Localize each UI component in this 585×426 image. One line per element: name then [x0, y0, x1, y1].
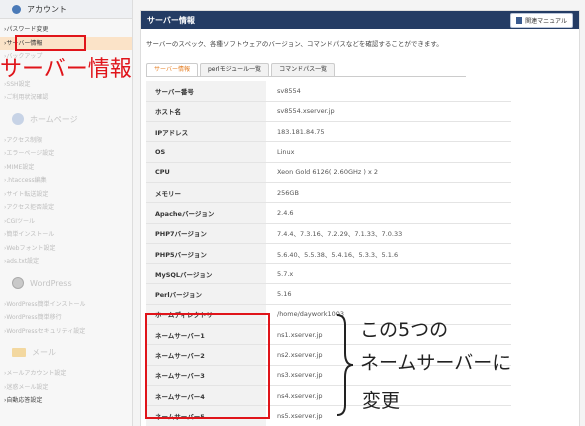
row-key: IPアドレス	[146, 121, 266, 143]
book-icon	[516, 16, 523, 24]
sidebar-item-wp-security[interactable]: ›WordPressセキュリティ設定	[0, 325, 132, 339]
page-description: サーバーのスペック、各種ソフトウェアのバージョン、コマンドパスなどを確認すること…	[146, 40, 443, 48]
brace-icon	[336, 314, 353, 416]
row-key: Apacheバージョン	[146, 202, 266, 224]
row-value: sv8554	[266, 81, 511, 102]
sidebar-item-access-limit[interactable]: ›アクセス制限	[0, 134, 132, 148]
row-value: 5.16	[266, 283, 511, 305]
annotation-server-info-label: サーバー情報	[0, 57, 132, 82]
sidebar-item-mail-account[interactable]: ›メールアカウント設定	[0, 367, 132, 381]
table-row: IPアドレス 183.181.84.75	[146, 121, 511, 143]
annotation-ns-line2: ネームサーバーに	[360, 352, 512, 374]
table-row: ホスト名 sv8554.xserver.jp	[146, 101, 511, 123]
sidebar-item-usage[interactable]: ›ご利用状況確認	[0, 91, 132, 105]
section-mail: メール	[4, 343, 128, 362]
panel-header: サーバー情報 関連マニュアル	[141, 11, 579, 29]
row-value: Linux	[266, 141, 511, 163]
table-row: メモリー 256GB	[146, 182, 511, 204]
highlight-nameserver-keys	[145, 313, 270, 419]
mail-icon	[12, 348, 26, 357]
table-row: Apacheバージョン 2.4.6	[146, 202, 511, 224]
sidebar-item-wp-install[interactable]: ›WordPress簡単インストール	[0, 298, 132, 312]
table-row: PHP5バージョン 5.6.40、5.5.38、5.4.16、5.3.3、5.1.…	[146, 243, 511, 265]
homepage-icon	[12, 113, 24, 125]
row-key: PHP7バージョン	[146, 223, 266, 244]
tab-bar: サーバー情報 perlモジュール一覧 コマンドパス一覧	[146, 63, 336, 76]
sidebar-item-webfont[interactable]: ›Webフォント設定	[0, 242, 132, 256]
row-value: 256GB	[266, 182, 511, 204]
row-value: 5.7.x	[266, 263, 511, 285]
wordpress-icon	[12, 277, 24, 289]
table-row: OS Linux	[146, 141, 511, 163]
row-value: 183.181.84.75	[266, 121, 511, 143]
sidebar-item-cgi[interactable]: ›CGIツール	[0, 215, 132, 229]
section-homepage-label: ホームページ	[30, 114, 78, 124]
row-key: Perlバージョン	[146, 283, 266, 305]
section-mail-label: メール	[32, 348, 56, 357]
sidebar-item-autoreply[interactable]: ›自動応答設定	[0, 394, 132, 408]
sidebar-item-error-page[interactable]: ›エラーページ設定	[0, 147, 132, 161]
page-title: サーバー情報	[147, 15, 195, 25]
manual-button[interactable]: 関連マニュアル	[510, 12, 573, 28]
annotation-ns-line1: この5つの	[360, 319, 449, 341]
sidebar-item-mime[interactable]: ›MIME設定	[0, 161, 132, 175]
row-key: メモリー	[146, 182, 266, 204]
tab-perl-modules[interactable]: perlモジュール一覧	[199, 63, 270, 76]
sidebar-item-site-redirect[interactable]: ›サイト転送設定	[0, 188, 132, 202]
row-key: MySQLバージョン	[146, 263, 266, 285]
annotation-ns-line3: 変更	[362, 390, 401, 412]
sidebar-item-htaccess[interactable]: ›.htaccess編集	[0, 174, 132, 188]
section-wordpress-label: WordPress	[30, 278, 72, 288]
row-value: sv8554.xserver.jp	[266, 101, 511, 123]
row-value: 2.4.6	[266, 202, 511, 224]
manual-button-label: 関連マニュアル	[525, 17, 567, 25]
sidebar-item-adstxt[interactable]: ›ads.txt設定	[0, 255, 132, 269]
row-key: ホスト名	[146, 101, 266, 123]
row-key: サーバー番号	[146, 81, 266, 102]
highlight-server-info-item	[15, 35, 86, 51]
account-header: アカウント	[0, 0, 132, 19]
row-value: 7.4.4、7.3.16、7.2.29、7.1.33、7.0.33	[266, 223, 511, 244]
row-key: PHP5バージョン	[146, 243, 266, 265]
row-key: OS	[146, 141, 266, 163]
row-value: 5.6.40、5.5.38、5.4.16、5.3.3、5.1.6	[266, 243, 511, 265]
tab-server-info[interactable]: サーバー情報	[146, 63, 198, 76]
sidebar-item-wp-migrate[interactable]: ›WordPress簡単移行	[0, 311, 132, 325]
sidebar-item-easy-install[interactable]: ›簡単インストール	[0, 228, 132, 242]
account-icon	[12, 4, 21, 14]
section-homepage: ホームページ	[4, 110, 128, 129]
row-value: Xeon Gold 6126( 2.60GHz ) x 2	[266, 162, 511, 183]
table-row: MySQLバージョン 5.7.x	[146, 263, 511, 285]
row-key: CPU	[146, 162, 266, 183]
table-row: Perlバージョン 5.16	[146, 283, 511, 305]
sidebar-item-access-deny[interactable]: ›アクセス拒否設定	[0, 201, 132, 215]
table-row: サーバー番号 sv8554	[146, 81, 511, 102]
table-row: PHP7バージョン 7.4.4、7.3.16、7.2.29、7.1.33、7.0.…	[146, 223, 511, 244]
section-wordpress: WordPress	[4, 274, 128, 293]
table-row: CPU Xeon Gold 6126( 2.60GHz ) x 2	[146, 162, 511, 183]
account-label: アカウント	[27, 4, 67, 14]
sidebar-item-spam[interactable]: ›迷惑メール設定	[0, 381, 132, 395]
tab-command-paths[interactable]: コマンドパス一覧	[271, 63, 336, 76]
tab-divider	[146, 76, 466, 77]
